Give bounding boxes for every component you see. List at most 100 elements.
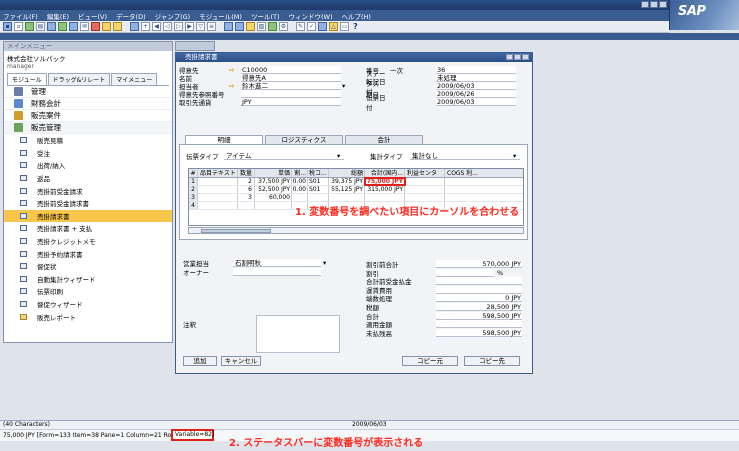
total-value[interactable]: 0 JPY xyxy=(436,294,522,303)
total-value[interactable] xyxy=(436,268,494,277)
tab-my-menu[interactable]: マイメニュー xyxy=(111,73,158,85)
grid-cell[interactable] xyxy=(445,178,523,185)
menu-item[interactable]: 督促状 xyxy=(4,260,172,273)
minimize-button[interactable] xyxy=(641,1,649,8)
grid-cell[interactable] xyxy=(255,202,292,209)
close-button[interactable] xyxy=(659,1,667,8)
menu-modules[interactable]: モジュール(M) xyxy=(199,11,242,21)
menu-item[interactable]: 受注 xyxy=(4,147,172,160)
total-value[interactable] xyxy=(436,320,522,329)
copy-from-button[interactable]: コピー元 xyxy=(402,356,458,366)
sort-icon[interactable]: ≡ xyxy=(207,22,216,31)
mail-icon[interactable]: ✉ xyxy=(80,22,89,31)
minimized-window-bar[interactable] xyxy=(175,41,215,51)
tab-drag-relate[interactable]: ドラッグ&リレート xyxy=(47,73,111,85)
menu-file[interactable]: ファイル(F) xyxy=(3,11,38,21)
target-doc-icon[interactable] xyxy=(235,22,244,31)
window-minimize-icon[interactable] xyxy=(506,54,513,60)
grid-column-header[interactable]: 数量 xyxy=(238,169,255,177)
grid-cell[interactable]: 0.00 xyxy=(292,186,308,193)
module-item[interactable]: 販売案件 xyxy=(4,110,172,122)
tab-accounting[interactable]: 会計 xyxy=(345,135,423,144)
alert-icon[interactable]: △ xyxy=(329,22,338,31)
header-field-value[interactable] xyxy=(241,90,341,98)
menu-data[interactable]: データ(D) xyxy=(116,11,146,21)
item-type-select[interactable]: アイテム xyxy=(224,152,344,160)
menu-item[interactable]: 出荷/納入 xyxy=(4,159,172,172)
grid-cell[interactable]: 60,000 xyxy=(255,194,292,201)
scroll-thumb[interactable] xyxy=(201,229,271,233)
menu-item[interactable]: 販売見積 xyxy=(4,134,172,147)
first-record-icon[interactable]: ◀ xyxy=(152,22,161,31)
grid-cell[interactable]: 37,500 JPY xyxy=(255,178,292,185)
previous-record-icon[interactable]: ◁ xyxy=(163,22,172,31)
grid-cell[interactable]: 315,000 JPY xyxy=(365,186,405,193)
tab-logistics[interactable]: ロジスティクス xyxy=(265,135,343,144)
total-value[interactable]: 598,500 JPY xyxy=(436,311,522,320)
tab-contents[interactable]: 明細 xyxy=(185,135,263,144)
pencil-icon[interactable]: ✎ xyxy=(296,22,305,31)
grid-cell[interactable] xyxy=(329,194,365,201)
grid-cell[interactable] xyxy=(308,194,329,201)
grid-cell[interactable]: 6 xyxy=(238,186,255,193)
owner-field[interactable] xyxy=(233,268,321,276)
grid-cell[interactable]: 55,125 JPY xyxy=(329,186,365,193)
menu-edit[interactable]: 編集(E) xyxy=(47,11,69,21)
preview-icon[interactable] xyxy=(47,22,56,31)
word-icon[interactable] xyxy=(69,22,78,31)
link-arrow-icon[interactable]: ⇨ xyxy=(229,66,239,74)
grid-cell[interactable] xyxy=(405,186,445,193)
add-button[interactable]: 追加 xyxy=(183,356,217,366)
grid-cell[interactable]: 2 xyxy=(189,186,198,193)
save-icon[interactable] xyxy=(25,22,34,31)
base-doc-icon[interactable] xyxy=(224,22,233,31)
header-field-value[interactable]: 鈴木進二 xyxy=(241,82,341,90)
grid-column-header[interactable]: # xyxy=(189,169,198,177)
calendar-icon[interactable] xyxy=(318,22,327,31)
fax-icon[interactable] xyxy=(91,22,100,31)
grid-cell[interactable]: 4 xyxy=(189,202,198,209)
lock-icon[interactable] xyxy=(102,22,111,31)
grid-column-header[interactable]: 単価 xyxy=(255,169,292,177)
grid-cell[interactable]: 39,375 JPY xyxy=(329,178,365,185)
header-field-value[interactable]: 2009/06/26 xyxy=(436,90,516,98)
total-value[interactable] xyxy=(436,285,522,294)
menu-view[interactable]: ビュー(V) xyxy=(78,11,107,21)
settings-icon[interactable]: ⚙ xyxy=(279,22,288,31)
main-menu-title[interactable]: メインメニュー xyxy=(4,42,172,51)
layout-designer-icon[interactable] xyxy=(268,22,277,31)
header-field-value[interactable]: 2009/06/03 xyxy=(436,98,516,106)
window-close-icon[interactable] xyxy=(522,54,529,60)
grid-column-header[interactable]: 品目テキスト xyxy=(198,169,238,177)
print-icon[interactable]: ▤ xyxy=(36,22,45,31)
menu-window[interactable]: ウィンドウ(W) xyxy=(288,11,332,21)
module-item[interactable]: 販売管理 xyxy=(4,122,172,134)
menu-item[interactable]: 販売レポート xyxy=(4,310,172,323)
grid-cell[interactable]: 0.00 xyxy=(292,178,308,185)
copy-to-button[interactable]: コピー先 xyxy=(464,356,520,366)
chevron-down-icon[interactable]: ▾ xyxy=(513,152,516,160)
module-item[interactable]: 財務会計 xyxy=(4,98,172,110)
help-icon[interactable]: ? xyxy=(351,22,360,31)
header-field-value[interactable]: C10000 xyxy=(241,66,341,74)
message-icon[interactable]: ▭ xyxy=(340,22,349,31)
gross-profit-icon[interactable] xyxy=(246,22,255,31)
header-field-value[interactable]: 得意先A xyxy=(241,74,341,82)
header-field-value[interactable]: 未処理 xyxy=(436,74,516,82)
check-icon[interactable]: ✓ xyxy=(307,22,316,31)
filter-icon[interactable]: ▽ xyxy=(196,22,205,31)
grid-cell[interactable] xyxy=(405,194,445,201)
menu-tools[interactable]: ツール(T) xyxy=(251,11,280,21)
header-field-value[interactable]: 2009/06/03 xyxy=(436,82,516,90)
ar-invoice-title-bar[interactable]: 売掛請求書 xyxy=(176,53,532,62)
cancel-button[interactable]: キャンセル xyxy=(221,356,261,366)
menu-goto[interactable]: ジャンプ(G) xyxy=(155,11,191,21)
menu-item[interactable]: 督促ウィザード xyxy=(4,298,172,311)
open-icon[interactable]: ▫ xyxy=(14,22,23,31)
new-doc-icon[interactable]: ▪ xyxy=(3,22,12,31)
tab-modules[interactable]: モジュール xyxy=(7,73,47,85)
chevron-down-icon[interactable]: ▾ xyxy=(342,82,345,90)
menu-item[interactable]: 売掛クレジットメモ xyxy=(4,235,172,248)
menu-item[interactable]: 返品 xyxy=(4,172,172,185)
grid-cell[interactable] xyxy=(445,186,523,193)
